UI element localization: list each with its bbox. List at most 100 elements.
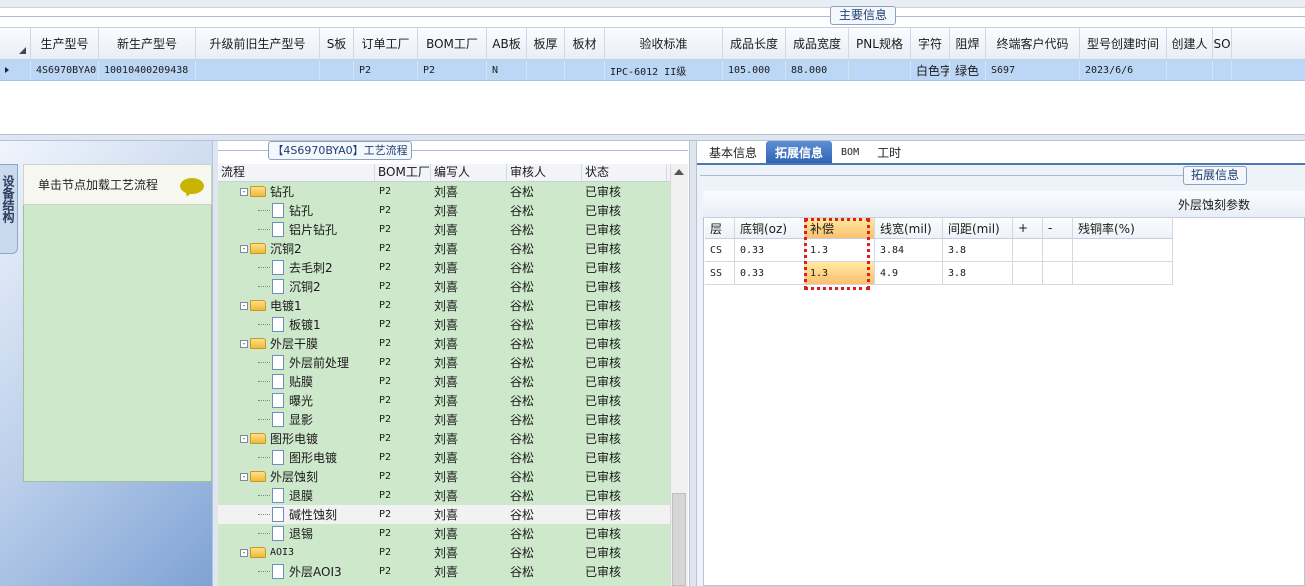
column-header[interactable]: SO [1213, 28, 1232, 59]
row-selector[interactable] [0, 60, 31, 80]
tree-node[interactable]: 铝片钻孔 [218, 221, 375, 238]
column-header[interactable]: 验收标准 [605, 28, 723, 59]
cell[interactable] [565, 60, 605, 80]
tree-row[interactable]: - 图形电镀 P2 刘喜 谷松 已审核 [218, 429, 670, 448]
param-cell[interactable]: 3.8 [943, 262, 1013, 284]
tree-node[interactable]: 板镀1 [218, 316, 375, 333]
cell[interactable] [1167, 60, 1213, 80]
scrollbar-thumb[interactable] [672, 493, 686, 586]
tree-row[interactable]: 图形电镀 P2 刘喜 谷松 已审核 [218, 448, 670, 467]
cell[interactable]: 2023/6/6 [1080, 60, 1167, 80]
column-header[interactable]: 成品宽度 [786, 28, 849, 59]
tree-row[interactable]: 铝片钻孔 P2 刘喜 谷松 已审核 [218, 220, 670, 239]
tree-row[interactable]: 退膜 P2 刘喜 谷松 已审核 [218, 486, 670, 505]
tree-row[interactable]: 外层AOI3 P2 刘喜 谷松 已审核 [218, 562, 670, 581]
tree-node[interactable]: - 外层干膜 [218, 335, 375, 352]
column-header[interactable]: BOM工厂 [418, 28, 487, 59]
tree-row[interactable]: - 电镀1 P2 刘喜 谷松 已审核 [218, 296, 670, 315]
column-header[interactable]: S板 [320, 28, 354, 59]
param-cell[interactable]: 3.84 [875, 239, 943, 261]
collapse-icon[interactable]: - [240, 244, 248, 253]
tree-node[interactable]: 退膜 [218, 487, 375, 504]
tab-3[interactable]: 工时 [868, 141, 910, 163]
collapse-icon[interactable]: - [240, 472, 248, 481]
tree-row[interactable]: 曝光 P2 刘喜 谷松 已审核 [218, 391, 670, 410]
cell[interactable]: N [487, 60, 527, 80]
tree-node[interactable]: 去毛刺2 [218, 259, 375, 276]
right-splitter[interactable] [689, 141, 697, 586]
tab-2[interactable]: BOM [832, 141, 868, 163]
param-cell[interactable] [1043, 262, 1073, 284]
collapse-icon[interactable]: - [240, 434, 248, 443]
tree-row[interactable]: 沉铜2 P2 刘喜 谷松 已审核 [218, 277, 670, 296]
cell[interactable] [527, 60, 565, 80]
param-row[interactable]: SS 0.33 1.3 4.9 3.8 [705, 262, 1173, 285]
tree-node[interactable]: - 沉铜2 [218, 240, 375, 257]
column-header[interactable]: 订单工厂 [354, 28, 418, 59]
tree-node[interactable]: 外层前处理 [218, 354, 375, 371]
cell[interactable]: P2 [354, 60, 418, 80]
column-header[interactable]: 板厚 [527, 28, 565, 59]
cell[interactable]: P2 [418, 60, 487, 80]
cell[interactable]: 绿色 [950, 60, 986, 80]
tree-row[interactable]: 显影 P2 刘喜 谷松 已审核 [218, 410, 670, 429]
horizontal-splitter[interactable] [0, 134, 1305, 141]
tree-node[interactable]: 显影 [218, 411, 375, 428]
column-header[interactable]: 型号创建时间 [1080, 28, 1167, 59]
param-row[interactable]: CS 0.33 1.3 3.84 3.8 [705, 239, 1173, 262]
tab-1[interactable]: 拓展信息 [766, 141, 833, 163]
tree-row[interactable]: 去毛刺2 P2 刘喜 谷松 已审核 [218, 258, 670, 277]
tree-node[interactable]: 退锡 [218, 525, 375, 542]
cell[interactable] [849, 60, 911, 80]
collapse-icon[interactable]: - [240, 187, 248, 196]
column-header[interactable]: 新生产型号 [99, 28, 196, 59]
tree-row[interactable]: - 外层蚀刻 P2 刘喜 谷松 已审核 [218, 467, 670, 486]
collapse-icon[interactable]: - [240, 339, 248, 348]
main-info-row[interactable]: 4S6970BYA0 10010400209438 P2 P2 N IPC-6012 II… [0, 60, 1305, 81]
column-header[interactable]: 创建人 [1167, 28, 1213, 59]
tree-row[interactable]: - AOI3 P2 刘喜 谷松 已审核 [218, 543, 670, 562]
tree-row[interactable]: - 钻孔 P2 刘喜 谷松 已审核 [218, 182, 670, 201]
param-cell[interactable] [1013, 262, 1043, 284]
tree-node[interactable]: - 钻孔 [218, 183, 375, 200]
tree-node[interactable]: 钻孔 [218, 202, 375, 219]
column-header[interactable]: 终端客户代码 [986, 28, 1080, 59]
column-header[interactable]: 生产型号 [31, 28, 99, 59]
cell[interactable]: IPC-6012 II级 [605, 60, 723, 80]
tree-node[interactable]: - 电镀1 [218, 297, 375, 314]
cell[interactable] [320, 60, 354, 80]
column-header[interactable]: 升级前旧生产型号 [196, 28, 320, 59]
param-column-header[interactable]: 残铜率(%) [1073, 218, 1173, 238]
tree-row[interactable]: 钻孔 P2 刘喜 谷松 已审核 [218, 201, 670, 220]
collapse-icon[interactable]: - [240, 301, 248, 310]
tree-column-header[interactable]: 审核人 [507, 164, 582, 181]
tree-row[interactable]: 板镀1 P2 刘喜 谷松 已审核 [218, 315, 670, 334]
param-cell[interactable]: 0.33 [735, 239, 805, 261]
tree-node[interactable]: - 外层蚀刻 [218, 468, 375, 485]
cell[interactable]: 88.000 [786, 60, 849, 80]
param-cell[interactable]: 4.9 [875, 262, 943, 284]
tree-node[interactable]: - 图形电镀 [218, 430, 375, 447]
cell[interactable]: 4S6970BYA0 [31, 60, 99, 80]
param-column-header[interactable]: 层 [705, 218, 735, 238]
tree-column-header[interactable]: BOM工厂 [375, 164, 431, 181]
tree-node[interactable]: - AOI3 [218, 547, 375, 558]
cell[interactable]: 10010400209438 [99, 60, 196, 80]
collapse-icon[interactable]: - [240, 548, 248, 557]
tree-node[interactable]: 曝光 [218, 392, 375, 409]
tree-node[interactable]: 图形电镀 [218, 449, 375, 466]
tree-node[interactable]: 贴膜 [218, 373, 375, 390]
cell[interactable] [1213, 60, 1232, 80]
param-cell[interactable] [1073, 239, 1173, 261]
tree-column-header[interactable]: 状态 [582, 164, 667, 181]
cell[interactable]: 105.000 [723, 60, 786, 80]
param-column-header[interactable]: 底铜(oz) [735, 218, 805, 238]
param-cell[interactable]: CS [705, 239, 735, 261]
tree-row[interactable]: - 沉铜2 P2 刘喜 谷松 已审核 [218, 239, 670, 258]
tree-row[interactable]: 退锡 P2 刘喜 谷松 已审核 [218, 524, 670, 543]
cell[interactable]: 白色字符 [911, 60, 950, 80]
column-header[interactable]: PNL规格 [849, 28, 911, 59]
param-cell[interactable] [1073, 262, 1173, 284]
column-header[interactable]: AB板 [487, 28, 527, 59]
column-header[interactable]: 字符 [911, 28, 950, 59]
